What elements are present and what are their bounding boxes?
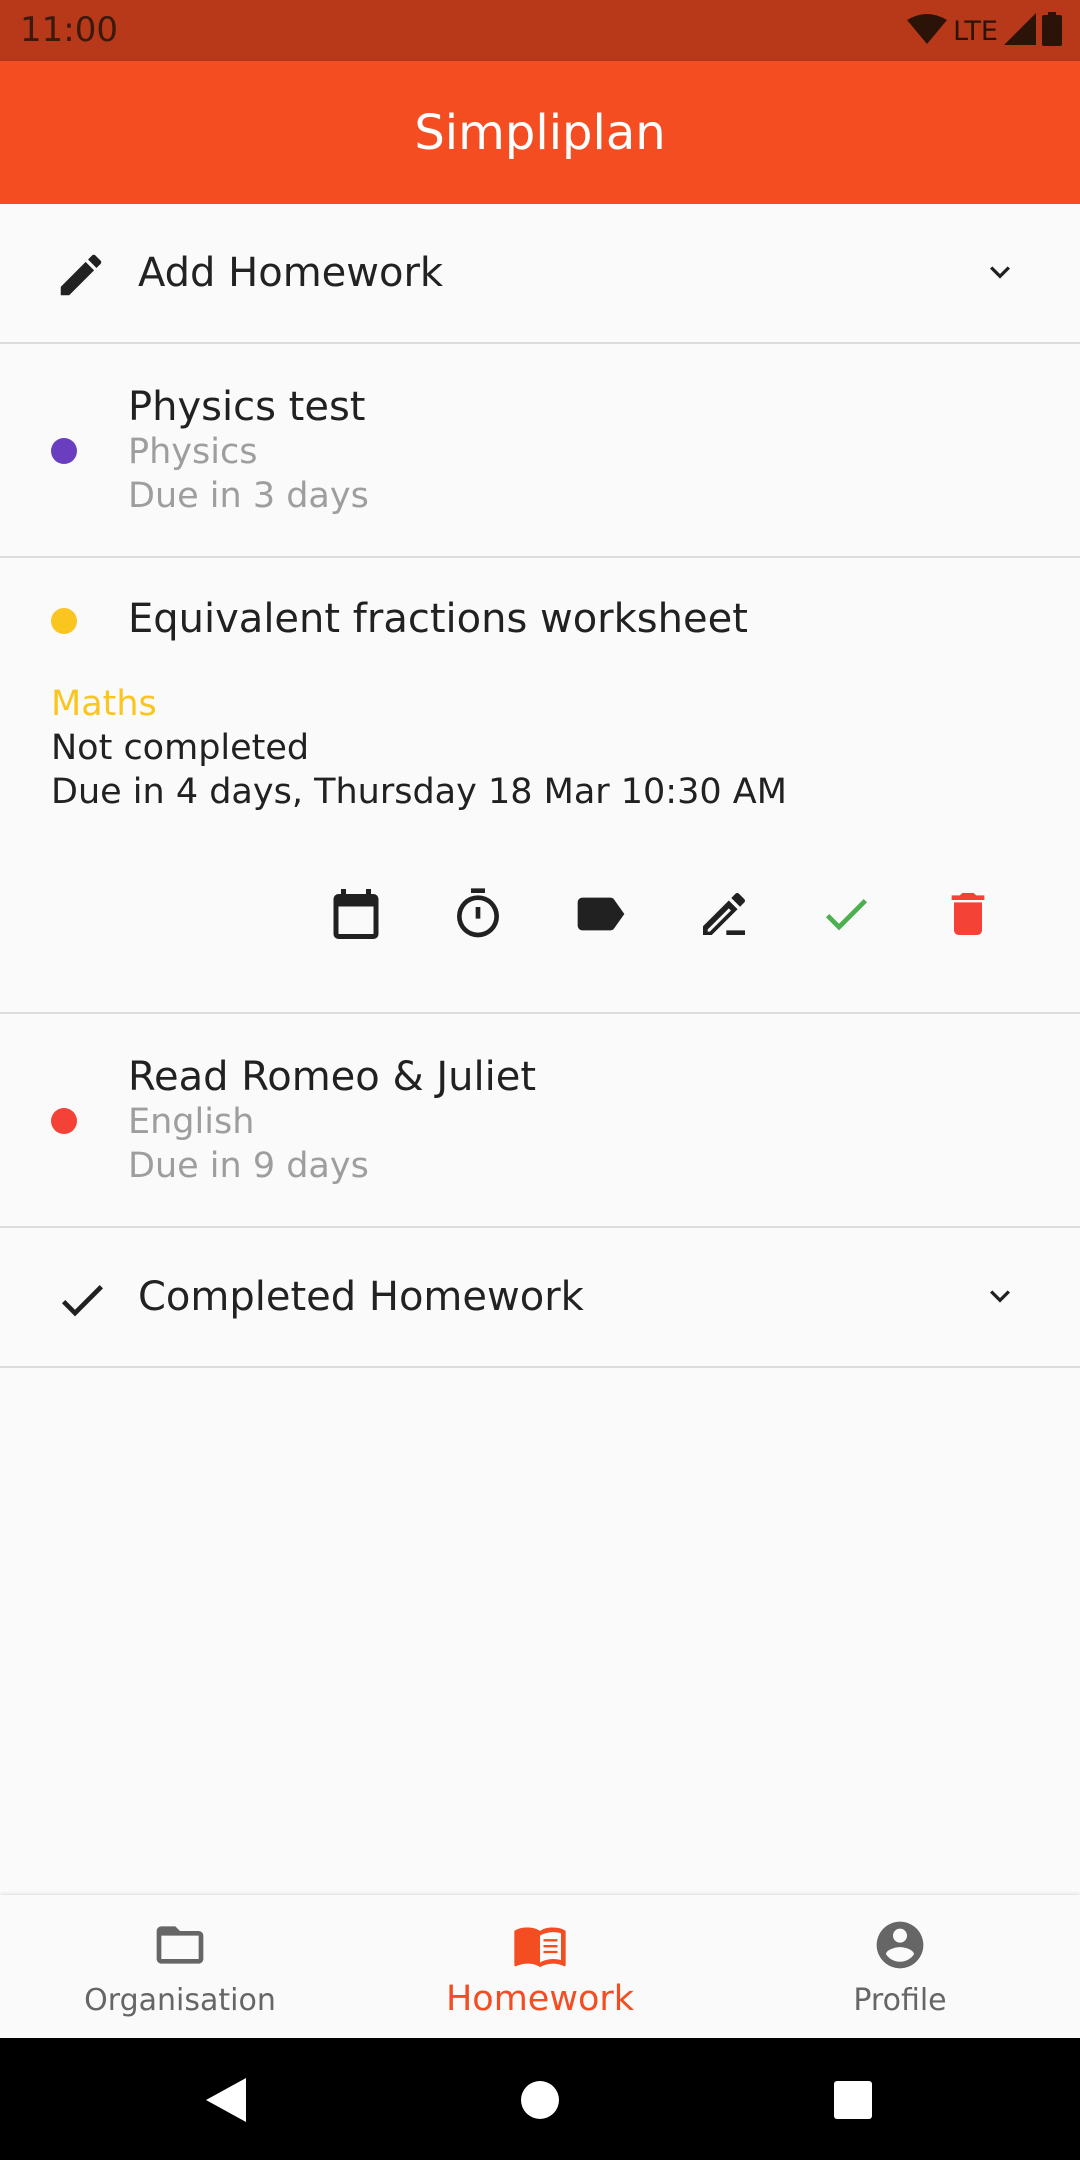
delete-icon [940,886,996,946]
homework-subject: Maths [51,684,157,724]
status-bar: 11:00 LTE [0,0,1080,61]
battery-icon [1042,12,1062,50]
check-icon [54,1272,110,1332]
label-button[interactable] [565,880,637,952]
homework-due: Due in 9 days [128,1146,369,1186]
edit-button[interactable] [688,880,760,952]
nav-homework[interactable]: Homework [360,1895,720,2038]
recents-icon[interactable] [834,2081,872,2123]
nav-profile[interactable]: Profile [720,1895,1080,2038]
timer-button[interactable] [442,880,514,952]
edit-icon [696,886,752,946]
book-icon [512,1917,568,1973]
timer-icon [450,886,506,946]
app-title: Simpliplan [414,104,666,161]
pencil-icon [54,248,108,306]
nav-organisation[interactable]: Organisation [0,1895,360,2038]
folder-icon [152,1917,208,1973]
completed-homework-panel[interactable]: Completed Homework [0,1228,1080,1368]
bottom-navigation: Organisation Homework Profile [0,1895,1080,2038]
add-homework-panel[interactable]: Add Homework [0,204,1080,344]
homework-subject: Physics [128,432,258,472]
homework-item[interactable]: Read Romeo & Juliet English Due in 9 day… [0,1014,1080,1228]
homework-subject: English [128,1102,255,1142]
homework-title: Read Romeo & Juliet [128,1054,537,1100]
chevron-down-icon[interactable] [980,252,1020,296]
home-icon[interactable] [520,2080,560,2124]
subject-color-dot [51,438,77,464]
nav-label: Organisation [84,1983,276,2018]
homework-due: Due in 3 days [128,476,369,516]
back-icon[interactable] [206,2078,246,2126]
complete-button[interactable] [810,880,882,952]
label-icon [573,886,629,946]
chevron-down-icon[interactable] [980,1276,1020,1320]
completed-homework-label: Completed Homework [138,1274,584,1320]
app-bar: Simpliplan [0,61,1080,204]
system-navigation-bar [0,2038,1080,2160]
calendar-button[interactable] [320,880,392,952]
homework-status: Not completed [51,728,310,768]
status-time: 11:00 [20,10,118,50]
network-type: LTE [953,15,998,47]
signal-icon [1004,13,1036,49]
homework-item[interactable]: Physics test Physics Due in 3 days [0,344,1080,558]
account-circle-icon [872,1917,928,1973]
add-homework-label: Add Homework [138,250,444,296]
homework-due: Due in 4 days, Thursday 18 Mar 10:30 AM [51,772,787,812]
nav-label: Homework [445,1979,635,2019]
check-icon [818,886,874,946]
wifi-icon [907,14,948,48]
status-icons: LTE [907,12,1062,50]
homework-item-expanded[interactable]: Equivalent fractions worksheet Maths Not… [0,558,1080,1014]
homework-title: Physics test [128,384,366,430]
calendar-icon [326,884,386,948]
nav-label: Profile [853,1983,947,2018]
subject-color-dot [51,1108,77,1134]
delete-button[interactable] [932,880,1004,952]
subject-color-dot [51,608,77,634]
homework-title: Equivalent fractions worksheet [128,596,748,642]
